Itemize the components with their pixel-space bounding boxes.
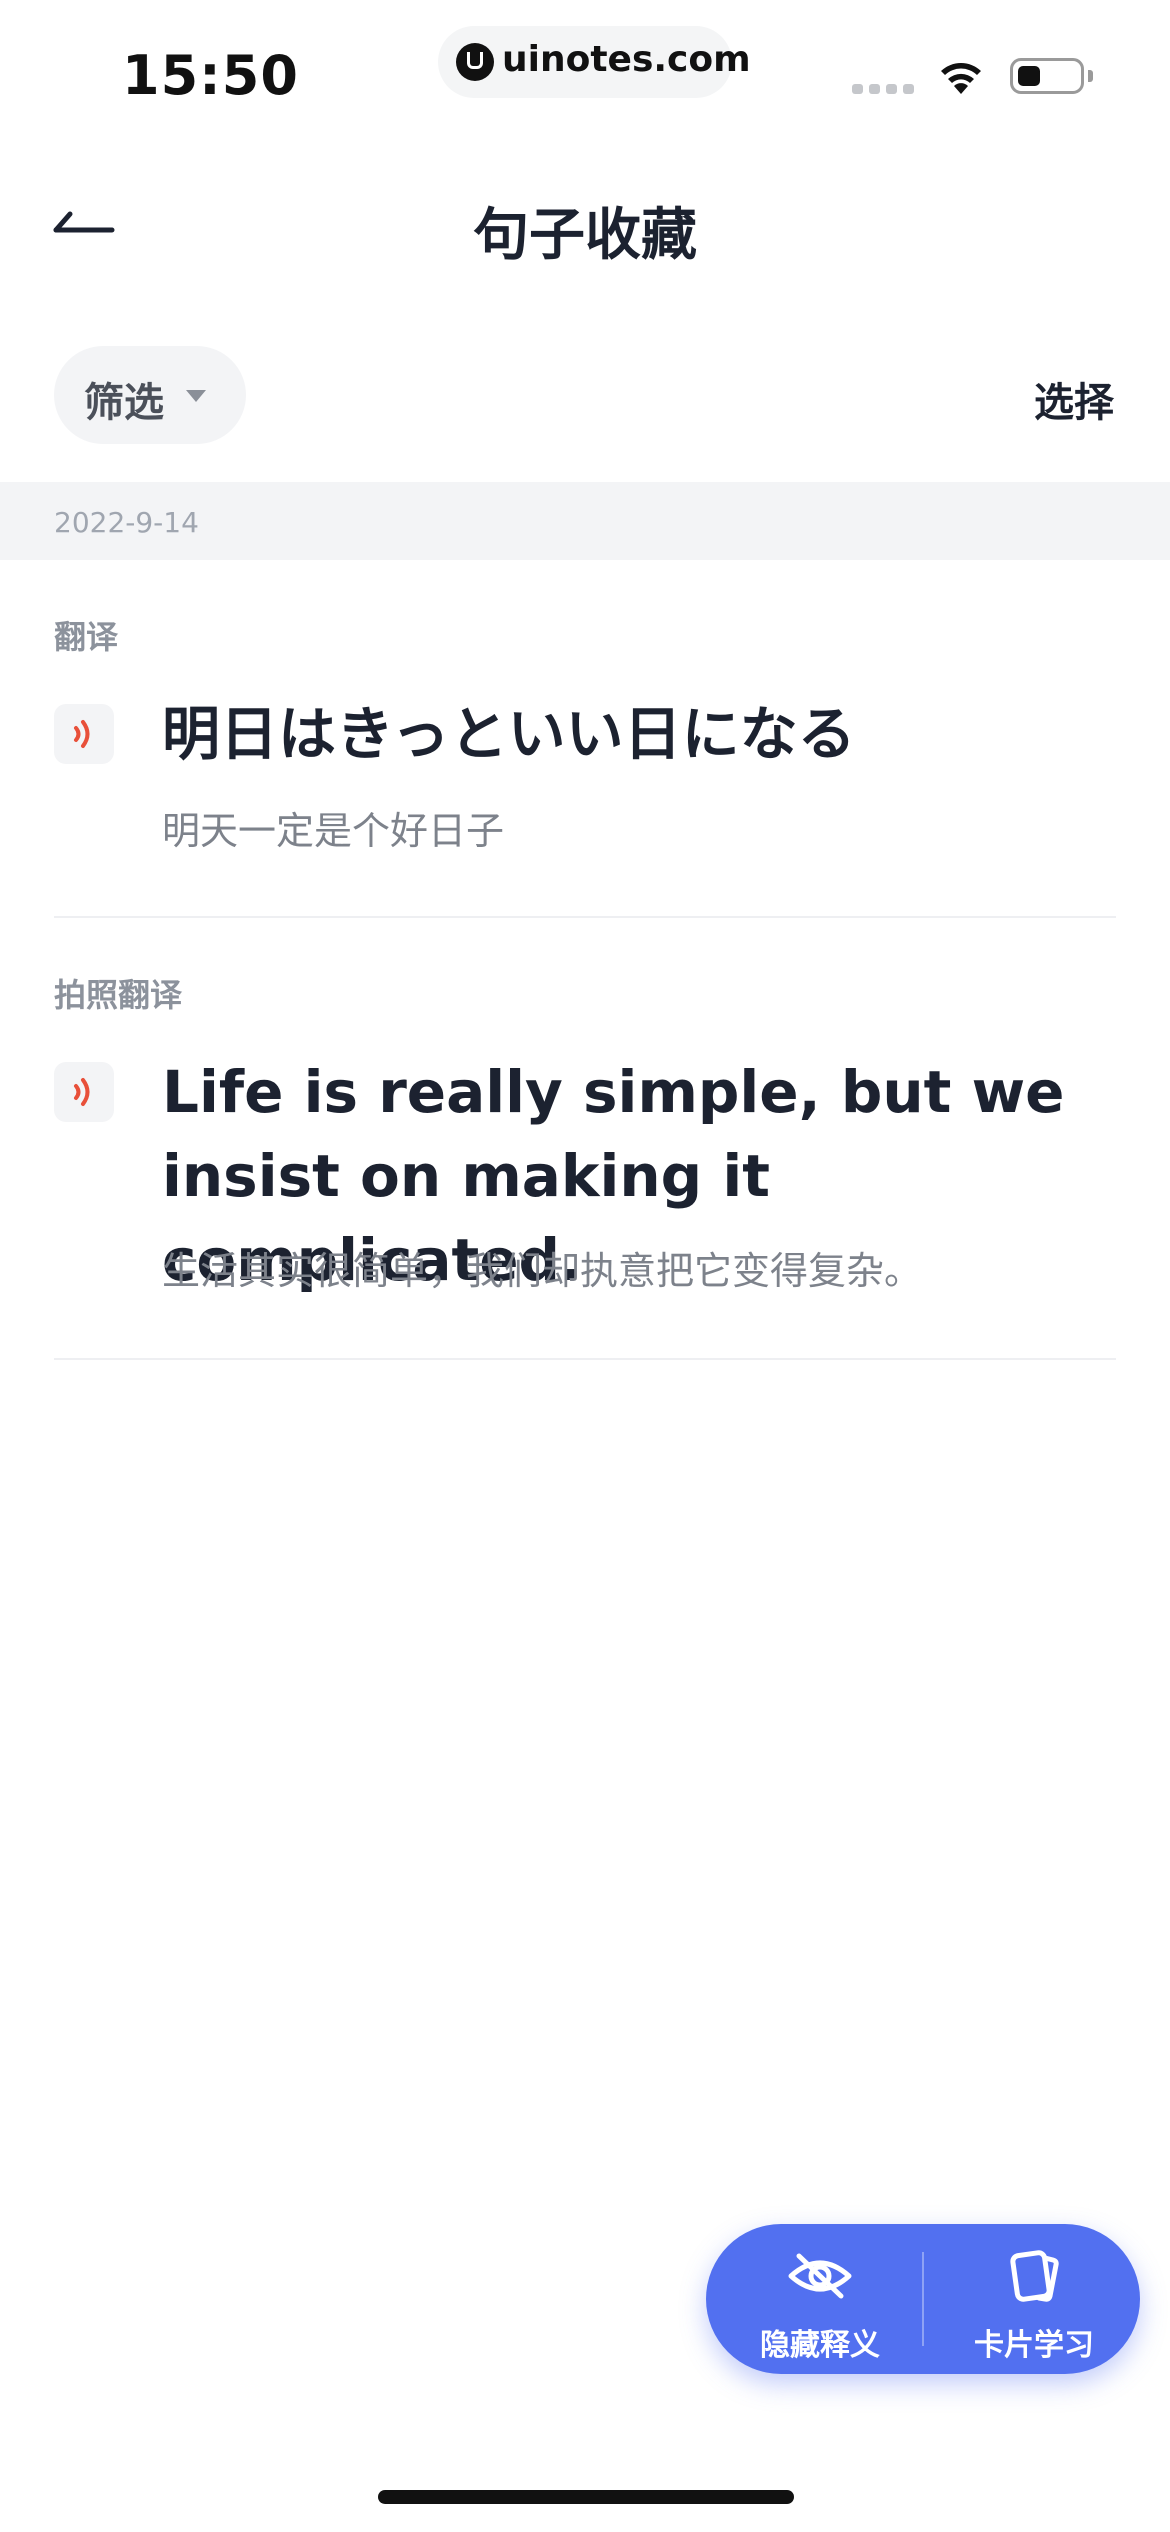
- cards-icon: [1010, 2250, 1059, 2302]
- url-text: uinotes.com: [502, 39, 751, 80]
- url-pill[interactable]: uinotes.com: [438, 26, 751, 98]
- filter-button[interactable]: 筛选: [54, 346, 246, 444]
- play-audio-button[interactable]: [54, 704, 114, 764]
- speaker-icon: [74, 1078, 90, 1106]
- flashcard-study-label: 卡片学习: [974, 2328, 1094, 2363]
- battery-level: [1018, 66, 1040, 86]
- speaker-icon: [74, 720, 90, 748]
- list-item[interactable]: 翻译 明日はきっといい日になる 明天一定是个好日子: [54, 612, 1116, 912]
- battery-icon: [1010, 58, 1084, 94]
- divider: [54, 916, 1116, 918]
- entry-type-label: 拍照翻译: [54, 976, 183, 1014]
- status-time: 15:50: [122, 44, 299, 107]
- battery-cap: [1088, 70, 1093, 82]
- site-logo-icon: [456, 43, 494, 81]
- hide-definition-label: 隐藏释义: [760, 2328, 880, 2363]
- filter-label: 筛选: [84, 380, 164, 426]
- list-item[interactable]: 拍照翻译 Life is really simple, but we insis…: [54, 970, 1116, 1350]
- fab-divider: [922, 2252, 924, 2346]
- play-audio-button[interactable]: [54, 1062, 114, 1122]
- select-button[interactable]: 选择: [1034, 370, 1114, 428]
- entry-type-label: 翻译: [54, 618, 119, 656]
- floating-action-bar: 隐藏释义 卡片学习: [706, 2224, 1140, 2374]
- home-indicator[interactable]: [378, 2490, 794, 2504]
- caret-down-icon: [186, 390, 206, 402]
- page-title: 句子收藏: [473, 203, 697, 268]
- status-bar: 15:50 uinotes.com: [0, 0, 1170, 150]
- translation-text: 明天一定是个好日子: [162, 809, 505, 853]
- wifi-icon: [938, 56, 984, 96]
- group-date: 2022-9-14: [54, 506, 199, 539]
- flashcard-study-button[interactable]: 卡片学习: [944, 2224, 1124, 2374]
- signal-icon: [852, 84, 916, 94]
- divider: [54, 1358, 1116, 1360]
- sentence-text: 明日はきっといい日になる: [162, 700, 856, 768]
- date-group-header: 2022-9-14: [0, 482, 1170, 560]
- hide-definition-button[interactable]: 隐藏释义: [730, 2224, 910, 2374]
- eye-off-icon: [788, 2253, 852, 2299]
- translation-text: 生活其实很简单，我们却执意把它变得复杂。: [162, 1249, 923, 1293]
